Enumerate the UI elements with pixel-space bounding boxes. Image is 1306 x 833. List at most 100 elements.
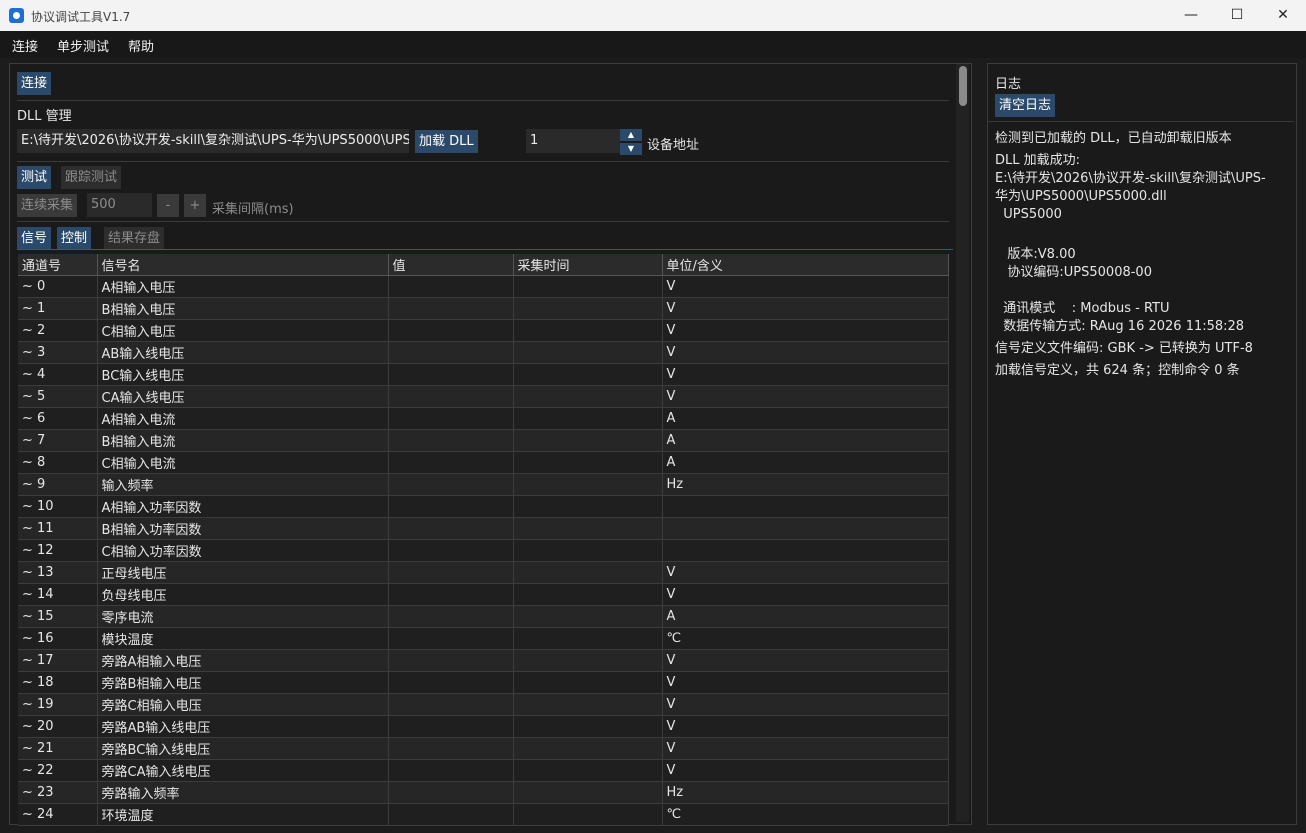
- log-line: E:\待开发\2026\协议开发-skill\复杂测试\UPS-: [995, 171, 1266, 186]
- cell-signal-name: 旁路AB输入线电压: [97, 715, 389, 738]
- cell-value: [388, 803, 514, 826]
- table-row[interactable]: ~ 14 负母线电压 V: [18, 583, 949, 606]
- cell-channel: ~ 4: [18, 363, 98, 386]
- table-row[interactable]: ~ 24 环境温度 ℃: [18, 803, 949, 826]
- table-row[interactable]: ~ 10 A相输入功率因数: [18, 495, 949, 518]
- cell-signal-name: 零序电流: [97, 605, 389, 628]
- device-address-input[interactable]: 1: [526, 129, 620, 153]
- spin-up-icon[interactable]: ▲: [620, 129, 642, 141]
- divider: [17, 221, 949, 222]
- cell-channel: ~ 11: [18, 517, 98, 540]
- cell-unit: V: [662, 649, 949, 672]
- table-row[interactable]: ~ 19 旁路C相输入电压 V: [18, 693, 949, 716]
- table-row[interactable]: ~ 12 C相输入功率因数: [18, 539, 949, 562]
- cell-channel: ~ 3: [18, 341, 98, 364]
- cell-time: [513, 627, 663, 650]
- column-header-value[interactable]: 值: [388, 254, 514, 276]
- cell-signal-name: B相输入电压: [97, 297, 389, 320]
- divider: [17, 161, 949, 162]
- connect-button[interactable]: 连接: [17, 72, 52, 95]
- table-row[interactable]: ~ 17 旁路A相输入电压 V: [18, 649, 949, 672]
- cell-value: [388, 539, 514, 562]
- tab-test[interactable]: 测试: [17, 166, 52, 189]
- spin-down-icon[interactable]: ▼: [620, 143, 642, 155]
- cell-unit: V: [662, 561, 949, 584]
- dll-path-input[interactable]: E:\待开发\2026\协议开发-skill\复杂测试\UPS-华为\UPS50…: [17, 129, 409, 153]
- cell-time: [513, 385, 663, 408]
- cell-value: [388, 759, 514, 782]
- cell-signal-name: CA输入线电压: [97, 385, 389, 408]
- cell-unit: Hz: [662, 473, 949, 496]
- table-row[interactable]: ~ 4 BC输入线电压 V: [18, 363, 949, 386]
- window-title: 协议调试工具V1.7: [31, 10, 131, 24]
- menu-help[interactable]: 帮助: [128, 36, 154, 55]
- cell-signal-name: 旁路输入频率: [97, 781, 389, 804]
- cell-unit: V: [662, 297, 949, 320]
- tab-control[interactable]: 控制: [57, 227, 92, 250]
- table-row[interactable]: ~ 7 B相输入电流 A: [18, 429, 949, 452]
- cell-value: [388, 363, 514, 386]
- table-row[interactable]: ~ 20 旁路AB输入线电压 V: [18, 715, 949, 738]
- table-row[interactable]: ~ 1 B相输入电压 V: [18, 297, 949, 320]
- cell-value: [388, 495, 514, 518]
- cell-unit: V: [662, 341, 949, 364]
- cell-unit: ℃: [662, 627, 949, 650]
- table-row[interactable]: ~ 8 C相输入电流 A: [18, 451, 949, 474]
- cell-unit: V: [662, 715, 949, 738]
- interval-input[interactable]: 500: [87, 193, 152, 217]
- menu-step-test[interactable]: 单步测试: [57, 36, 109, 55]
- tab-signal[interactable]: 信号: [17, 227, 52, 250]
- tab-trace-test[interactable]: 跟踪测试: [61, 166, 122, 189]
- title-bar: 协议调试工具V1.7 — ☐ ✕: [0, 0, 1306, 31]
- table-row[interactable]: ~ 23 旁路输入频率 Hz: [18, 781, 949, 804]
- clear-log-button[interactable]: 清空日志: [995, 94, 1056, 117]
- column-header-signal-name[interactable]: 信号名: [97, 254, 389, 276]
- table-row[interactable]: ~ 0 A相输入电压 V: [18, 275, 949, 298]
- table-row[interactable]: ~ 18 旁路B相输入电压 V: [18, 671, 949, 694]
- table-row[interactable]: ~ 9 输入频率 Hz: [18, 473, 949, 496]
- log-line: 协议编码:UPS50008-00: [995, 265, 1152, 280]
- column-header-channel[interactable]: 通道号▲: [18, 254, 98, 276]
- log-line: DLL 加载成功:: [995, 153, 1081, 168]
- signal-table: 通道号▲ 信号名 值 采集时间 单位/含义 ~ 0A相输入电压V~ 1B相输入电…: [18, 254, 949, 826]
- cell-signal-name: A相输入电流: [97, 407, 389, 430]
- app-icon: [9, 8, 24, 23]
- cell-time: [513, 495, 663, 518]
- column-header-time[interactable]: 采集时间: [513, 254, 663, 276]
- column-header-unit[interactable]: 单位/含义: [662, 254, 949, 276]
- table-row[interactable]: ~ 15 零序电流 A: [18, 605, 949, 628]
- tab-save-results[interactable]: 结果存盘: [104, 227, 165, 250]
- cell-time: [513, 781, 663, 804]
- maximize-button[interactable]: ☐: [1214, 0, 1260, 31]
- interval-plus-button[interactable]: +: [184, 194, 206, 217]
- minimize-button[interactable]: —: [1168, 0, 1214, 31]
- cell-time: [513, 275, 663, 298]
- table-body: ~ 0 A相输入电压 V ~ 1 B相输入电压 V ~ 2 C相输入电压 V ~ 3 AB输入线电压…: [18, 275, 949, 826]
- table-row[interactable]: ~ 6 A相输入电流 A: [18, 407, 949, 430]
- cell-channel: ~ 22: [18, 759, 98, 782]
- table-row[interactable]: ~ 21 旁路BC输入线电压 V: [18, 737, 949, 760]
- table-row[interactable]: ~ 5 CA输入线电压 V: [18, 385, 949, 408]
- table-row[interactable]: ~ 2 C相输入电压 V: [18, 319, 949, 342]
- interval-minus-button[interactable]: -: [157, 194, 179, 217]
- table-row[interactable]: ~ 22 旁路CA输入线电压 V: [18, 759, 949, 782]
- cell-unit: A: [662, 451, 949, 474]
- scrollbar-thumb[interactable]: [959, 66, 967, 106]
- cell-value: [388, 737, 514, 760]
- table-row[interactable]: ~ 16 模块温度 ℃: [18, 627, 949, 650]
- close-button[interactable]: ✕: [1260, 0, 1306, 31]
- cell-channel: ~ 19: [18, 693, 98, 716]
- table-row[interactable]: ~ 11 B相输入功率因数: [18, 517, 949, 540]
- log-line: 通讯模式 : Modbus - RTU: [995, 301, 1170, 316]
- cell-value: [388, 781, 514, 804]
- menu-connect[interactable]: 连接: [12, 36, 38, 55]
- table-row[interactable]: ~ 13 正母线电压 V: [18, 561, 949, 584]
- cell-channel: ~ 13: [18, 561, 98, 584]
- load-dll-button[interactable]: 加载 DLL: [415, 130, 478, 153]
- vertical-scrollbar[interactable]: [956, 64, 969, 822]
- cell-unit: V: [662, 737, 949, 760]
- cell-value: [388, 297, 514, 320]
- cell-value: [388, 605, 514, 628]
- table-row[interactable]: ~ 3 AB输入线电压 V: [18, 341, 949, 364]
- continuous-collect-button[interactable]: 连续采集: [17, 194, 78, 217]
